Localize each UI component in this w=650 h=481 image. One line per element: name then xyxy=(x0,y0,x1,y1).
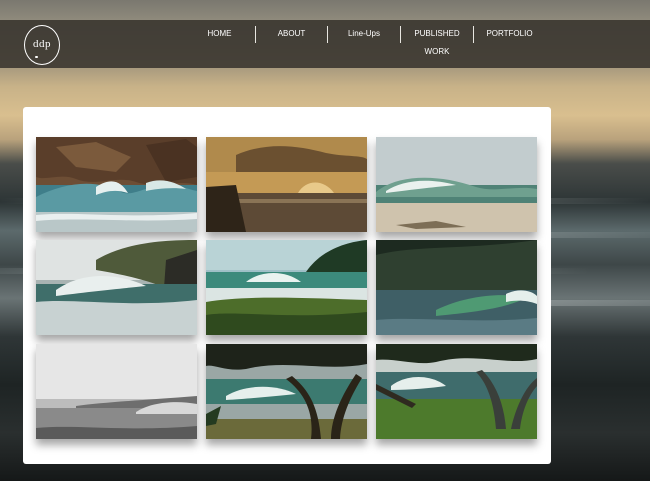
photo-beach-wave-sand xyxy=(376,137,537,232)
photo-wave-through-tree xyxy=(206,344,367,439)
gallery-thumbnail-wave-through-tree[interactable] xyxy=(206,344,367,439)
site-logo[interactable]: ddp xyxy=(24,25,60,65)
gallery-thumbnail-black-and-white-lineup[interactable] xyxy=(36,344,197,439)
logo-text: ddp xyxy=(33,38,51,50)
nav-item-about[interactable]: ABOUT xyxy=(256,25,327,43)
photo-black-and-white-lineup xyxy=(36,344,197,439)
gallery-thumbnail-wave-behind-tree-lawn[interactable] xyxy=(376,344,537,439)
nav-item-published-work[interactable]: PUBLISHED WORK xyxy=(401,25,473,56)
nav-item-portfolio[interactable]: PORTFOLIO xyxy=(474,25,545,43)
main-nav: HOME ABOUT Line-Ups PUBLISHED WORK PORTF… xyxy=(184,25,545,56)
gallery-thumbnail-wave-with-grass-foreground[interactable] xyxy=(206,240,367,335)
photo-wave-behind-tree-lawn xyxy=(376,344,537,439)
logo-dot xyxy=(35,56,38,58)
photo-wave-beside-headland xyxy=(36,240,197,335)
nav-item-line-ups[interactable]: Line-Ups xyxy=(328,25,400,43)
photo-green-barrel-dark-forest xyxy=(376,240,537,335)
gallery-thumbnail-beach-wave-sand[interactable] xyxy=(376,137,537,232)
photo-golden-hour-wave xyxy=(206,137,367,232)
gallery-thumbnail-wave-below-cliffs[interactable] xyxy=(36,137,197,232)
nav-item-home[interactable]: HOME xyxy=(184,25,255,43)
gallery-thumbnail-golden-hour-wave[interactable] xyxy=(206,137,367,232)
photo-wave-with-grass-foreground xyxy=(206,240,367,335)
gallery-thumbnail-green-barrel-dark-forest[interactable] xyxy=(376,240,537,335)
background-sky xyxy=(0,0,650,20)
gallery-thumbnail-wave-beside-headland[interactable] xyxy=(36,240,197,335)
photo-wave-below-cliffs xyxy=(36,137,197,232)
